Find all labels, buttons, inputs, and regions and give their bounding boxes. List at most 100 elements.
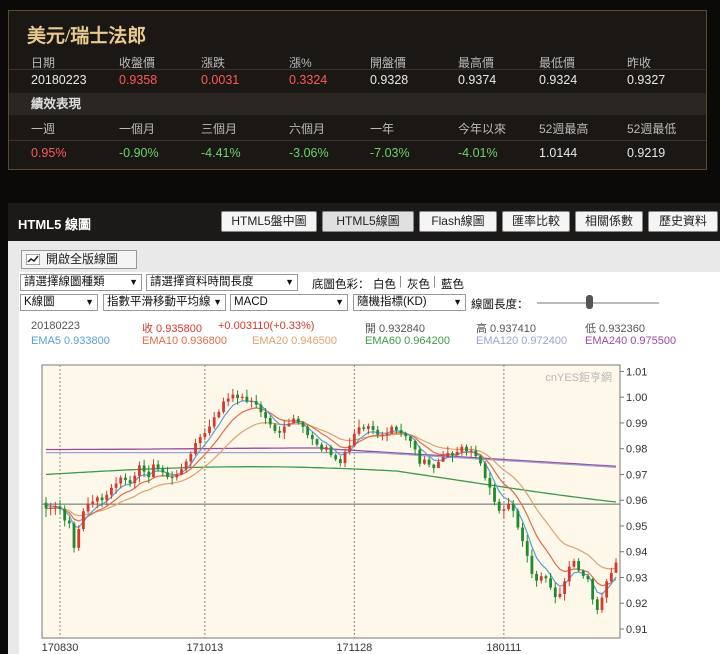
chevron-down-icon: ▼ <box>335 297 344 307</box>
candle-body <box>124 477 127 481</box>
time-length-select[interactable]: 請選擇資料時間長度 ▼ <box>146 274 298 291</box>
x-tick-label: 170830 <box>42 642 79 654</box>
tab-flash-chart[interactable]: Flash線圖 <box>419 211 497 232</box>
info-open: 開 0.932840 <box>365 323 425 335</box>
tab-html5-chart[interactable]: HTML5線圖 <box>322 211 414 232</box>
x-tick-label: 180111 <box>486 642 521 654</box>
candle-body <box>488 478 492 488</box>
candle-body <box>315 439 319 445</box>
perf-header-6m: 六個月 <box>289 122 326 136</box>
chevron-down-icon: ▼ <box>285 277 294 287</box>
chevron-down-icon: ▼ <box>85 297 94 307</box>
candle-body <box>586 575 590 580</box>
candle-body <box>474 450 478 457</box>
candle-body <box>595 599 599 610</box>
candle-body <box>441 456 445 462</box>
candle-body <box>395 426 398 431</box>
candle-body <box>390 426 394 434</box>
candle-body <box>553 587 557 598</box>
tab-fx-compare[interactable]: 匯率比較 <box>502 211 570 232</box>
candle-body <box>530 555 534 574</box>
perf-value-1w: 0.95% <box>31 146 67 160</box>
candle-body <box>451 453 454 456</box>
moving-average-select[interactable]: 指數平滑移動平均線 ▼ <box>103 294 226 311</box>
perf-value-1y: -7.03% <box>370 146 410 160</box>
candle-body <box>479 456 482 464</box>
x-tick-label: 171128 <box>336 642 372 654</box>
candle-body <box>306 426 310 436</box>
candle-body <box>240 396 244 398</box>
candle-body <box>212 417 216 427</box>
candle-body <box>198 437 202 444</box>
candle-body <box>166 472 169 478</box>
candle-body <box>180 469 183 475</box>
candle-body <box>86 503 90 512</box>
y-tick-label: 0.96 <box>626 495 647 507</box>
chevron-down-icon: ▼ <box>453 297 462 307</box>
chart-length-slider-handle[interactable] <box>586 295 593 309</box>
chart-length-slider-track[interactable] <box>537 302 659 304</box>
candle-body <box>259 404 263 413</box>
candle-body <box>152 464 155 478</box>
value-change: 0.0031 <box>201 73 240 87</box>
candle-body <box>605 581 609 598</box>
bg-blue-link[interactable]: 藍色 <box>441 276 464 292</box>
candle-body <box>194 443 197 454</box>
candle-body <box>287 423 291 427</box>
info-date: 20180223 <box>31 320 80 332</box>
candle-body <box>591 579 595 600</box>
tab-history[interactable]: 歷史資料 <box>648 211 718 232</box>
kline-select[interactable]: K線圖 ▼ <box>20 294 98 311</box>
chart-type-select[interactable]: 請選擇線圖種類 ▼ <box>20 274 142 291</box>
perf-header-ytd: 今年以來 <box>458 122 507 136</box>
candle-body <box>437 461 440 469</box>
candle-body <box>371 426 375 430</box>
candle-body <box>385 433 389 435</box>
candle-body <box>493 487 496 502</box>
watermark: cnYES鉅亨網 <box>545 370 612 384</box>
candle-body <box>460 446 464 452</box>
chart-type-value: 請選擇線圖種類 <box>24 276 105 288</box>
candlestick-chart[interactable]: 1.01 1.00 0.99 0.98 0.97 0.96 0.95 0.94 0.93 0.92… <box>19 354 720 654</box>
candle-body <box>170 477 174 479</box>
open-full-chart-button[interactable]: 開啟全版線圖 <box>21 250 137 269</box>
candle-body <box>147 471 151 478</box>
candle-body <box>53 506 57 508</box>
y-tick-label: 0.93 <box>626 572 647 584</box>
value-date: 20180223 <box>31 73 87 87</box>
open-full-chart-label: 開啟全版線圖 <box>46 252 119 266</box>
y-tick-label: 0.94 <box>626 547 647 559</box>
candle-body <box>432 464 436 469</box>
bg-white-link[interactable]: 白色 <box>373 276 396 292</box>
tab-correlation[interactable]: 相關係數 <box>575 211 643 232</box>
perf-header-1m: 一個月 <box>119 122 156 136</box>
candle-body <box>525 541 529 556</box>
plot-background <box>41 364 621 639</box>
tab-html5-intraday[interactable]: HTML5盤中圖 <box>221 211 317 232</box>
candle-body <box>105 494 109 501</box>
candle-body <box>142 465 146 472</box>
candle-body <box>469 450 473 452</box>
perf-value-ytd: -4.01% <box>458 146 498 160</box>
candle-body <box>465 446 468 452</box>
candle-body <box>231 394 235 399</box>
candle-body <box>366 426 370 429</box>
candle-body <box>100 497 104 501</box>
candle-body <box>521 527 524 542</box>
candle-body <box>296 418 300 423</box>
kd-select[interactable]: 隨機指標(KD) ▼ <box>353 294 466 311</box>
kd-value: 隨機指標(KD) <box>357 296 427 308</box>
bg-gray-link[interactable]: 灰色 <box>407 276 430 292</box>
candle-body <box>567 566 571 582</box>
candle-body <box>357 427 361 434</box>
candle-body <box>226 398 230 402</box>
candle-body <box>572 560 576 567</box>
candle-body <box>581 570 585 576</box>
candle-body <box>338 459 342 464</box>
candle-body <box>81 511 85 530</box>
candle-body <box>423 459 426 464</box>
candle-body <box>250 401 253 403</box>
candle-body <box>44 502 48 509</box>
macd-select[interactable]: MACD ▼ <box>230 294 348 311</box>
candle-body <box>511 504 515 511</box>
